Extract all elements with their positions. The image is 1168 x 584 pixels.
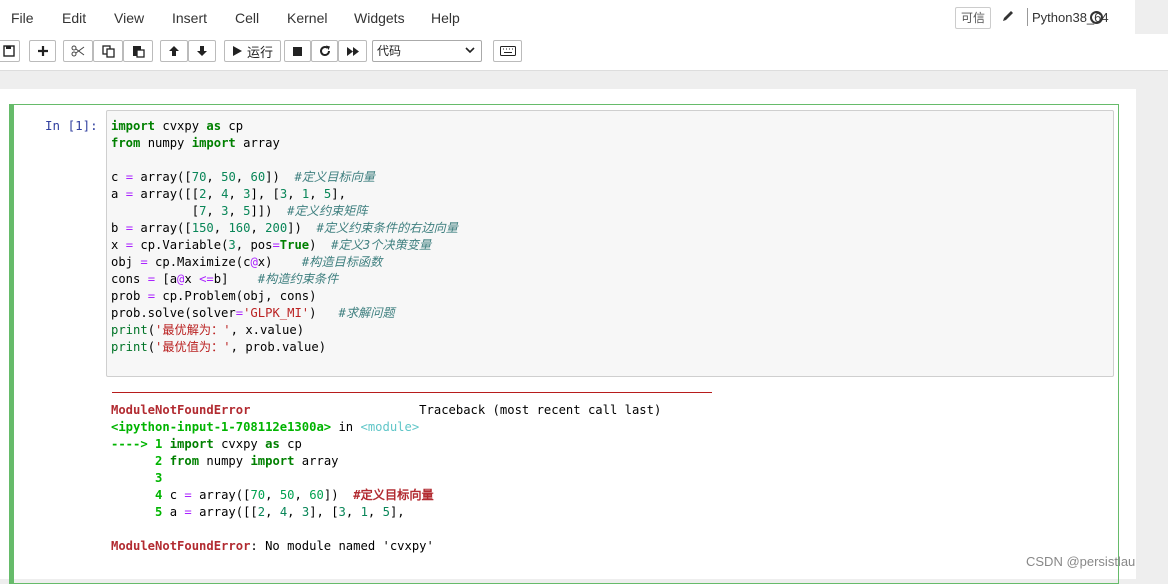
keyboard-icon [499, 46, 516, 56]
run-label: 运行 [246, 44, 273, 60]
save-button[interactable] [0, 40, 20, 62]
restart-run-all-button[interactable] [338, 40, 367, 62]
plus-icon [37, 46, 48, 56]
insert-cell-button[interactable] [29, 40, 56, 62]
menubar: File Edit View Insert Cell Kernel Widget… [0, 0, 1135, 34]
scissors-icon [71, 45, 85, 57]
move-down-button[interactable] [188, 40, 216, 62]
restart-icon [319, 45, 330, 57]
play-icon [232, 46, 242, 56]
menu-edit[interactable]: Edit [62, 10, 86, 26]
save-icon [3, 45, 15, 57]
interrupt-button[interactable] [284, 40, 311, 62]
error-divider [112, 392, 712, 393]
cell-type-value: 代码 [377, 44, 402, 58]
kernel-idle-indicator-icon [1090, 11, 1103, 24]
arrow-down-icon [197, 46, 207, 56]
divider [1027, 8, 1028, 26]
restart-button[interactable] [311, 40, 338, 62]
cell-selection-bar [9, 104, 14, 584]
paste-icon [132, 45, 145, 58]
menu-cell[interactable]: Cell [235, 10, 259, 26]
traceback-output: ModuleNotFoundError Traceback (most rece… [111, 403, 662, 553]
move-up-button[interactable] [160, 40, 188, 62]
menu-file[interactable]: File [11, 10, 34, 26]
cut-button[interactable] [63, 40, 93, 62]
paste-button[interactable] [123, 40, 153, 62]
menu-insert[interactable]: Insert [172, 10, 207, 26]
menu-view[interactable]: View [114, 10, 144, 26]
copy-button[interactable] [93, 40, 123, 62]
watermark: CSDN @persistlau [1026, 554, 1136, 569]
pencil-icon[interactable] [1001, 9, 1015, 23]
menu-widgets[interactable]: Widgets [354, 10, 405, 26]
toolbar: 运行 代码 [0, 34, 1168, 71]
trusted-badge[interactable]: 可信 [955, 7, 991, 29]
arrow-up-icon [169, 46, 179, 56]
menu-help[interactable]: Help [431, 10, 460, 26]
run-button[interactable]: 运行 [224, 40, 281, 62]
copy-icon [101, 44, 115, 58]
chevron-down-icon [465, 47, 475, 54]
menu-kernel[interactable]: Kernel [287, 10, 327, 26]
code-source[interactable]: import cvxpy as cp from numpy import arr… [111, 118, 458, 356]
cell-type-select[interactable]: 代码 [372, 40, 482, 62]
input-prompt: In [1]: [45, 118, 98, 133]
fast-forward-icon [346, 46, 359, 56]
stop-icon [293, 46, 302, 56]
command-palette-button[interactable] [493, 40, 522, 62]
